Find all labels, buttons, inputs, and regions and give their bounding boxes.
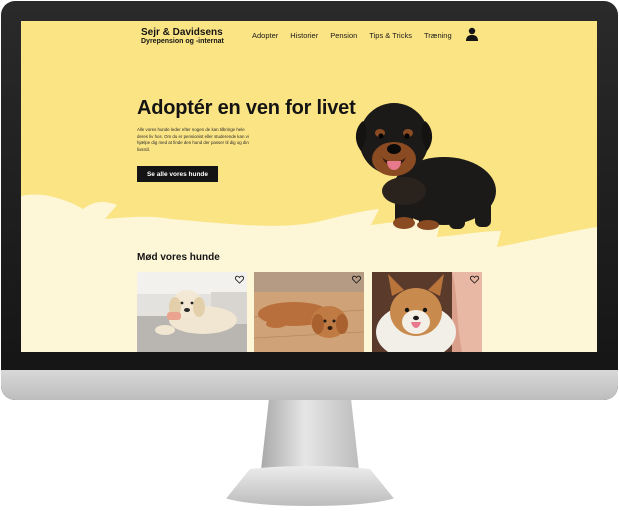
heart-icon[interactable] — [352, 275, 361, 284]
pomeranian-photo — [372, 272, 482, 352]
main-nav: Adopter Historier Pension Tips & Tricks … — [252, 31, 464, 40]
brand-logo[interactable]: Sejr & Davidsens Dyrepension og -interna… — [141, 27, 224, 46]
hero-title: Adoptér en ven for livet — [137, 97, 356, 119]
monitor-stand-base — [220, 466, 400, 506]
nav-item-historier[interactable]: Historier — [290, 31, 318, 40]
nav-item-adopter[interactable]: Adopter — [252, 31, 278, 40]
monitor-chin — [1, 370, 618, 400]
monitor-stand-neck — [261, 400, 359, 470]
heart-icon[interactable] — [235, 275, 244, 284]
nav-item-traening[interactable]: Træning — [424, 31, 452, 40]
golden-retriever-photo — [137, 272, 247, 352]
brand-subtitle: Dyrepension og -internat — [141, 38, 224, 45]
website-screen: Sejr & Davidsens Dyrepension og -interna… — [21, 21, 597, 352]
poodle-mix-photo — [254, 272, 364, 352]
see-all-dogs-button[interactable]: Se alle vores hunde — [137, 166, 218, 182]
heart-icon[interactable] — [470, 275, 479, 284]
nav-item-tips-tricks[interactable]: Tips & Tricks — [369, 31, 412, 40]
dog-card[interactable] — [137, 272, 247, 352]
dog-card[interactable] — [254, 272, 364, 352]
rottweiler-puppy-image — [355, 103, 496, 230]
nav-item-pension[interactable]: Pension — [330, 31, 357, 40]
meet-our-dogs-title: Mød vores hunde — [137, 252, 220, 263]
dog-card[interactable] — [372, 272, 482, 352]
user-icon[interactable] — [465, 27, 479, 41]
hero-description: Alle vores hunde leder efter nogen de ka… — [137, 127, 249, 152]
brand-name: Sejr & Davidsens — [141, 27, 223, 38]
